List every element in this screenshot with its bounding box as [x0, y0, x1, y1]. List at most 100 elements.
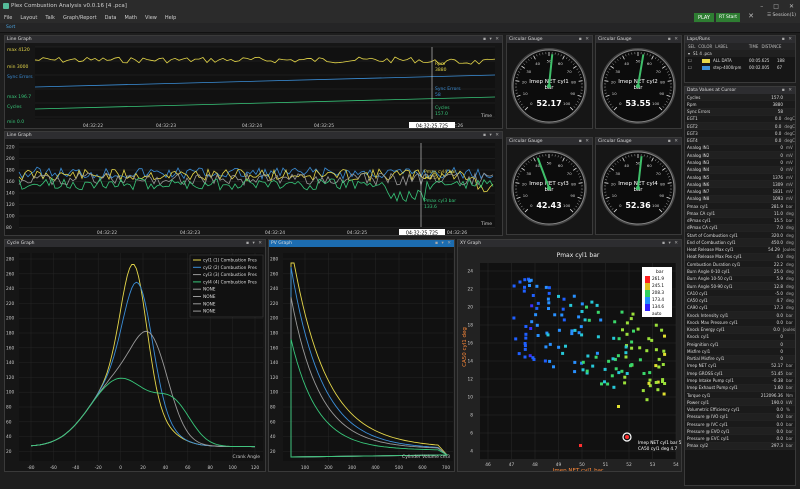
data-value-row[interactable]: Imep GROSS cyl1 51.45 bar — [685, 370, 795, 378]
gauge-tick-label: 30 — [526, 171, 531, 176]
rt-start-button[interactable]: RT Start — [716, 13, 740, 22]
data-value-row[interactable]: EGT2 0.0 degC — [685, 123, 795, 131]
data-value-unit: bar — [786, 443, 793, 449]
lap-row[interactable]: ☐ ALL DATA 00:05.625 188 — [685, 57, 795, 64]
data-value-row[interactable]: EGT4 0.0 degC — [685, 137, 795, 145]
data-value-row[interactable]: Knock cyl1 0 — [685, 333, 795, 342]
data-value-row[interactable]: Pmax cyl2 297.3 bar — [685, 442, 795, 451]
data-value-row[interactable]: End of Combustion cyl1 450.0 deg — [685, 239, 795, 247]
close-window-icon[interactable]: ✕ — [789, 3, 794, 10]
data-value-row[interactable]: Rpm 3880 — [685, 101, 795, 109]
data-value-row[interactable]: Torque cyl1 212096.36 Nm — [685, 391, 795, 400]
data-value-row[interactable]: Analog IN4 0 mV — [685, 166, 795, 174]
menu-graph-report[interactable]: Graph/Report — [59, 15, 101, 21]
menu-talk[interactable]: Talk — [41, 15, 59, 21]
data-value-row[interactable]: Knock Intensity cyl1 0.0 bar — [685, 311, 795, 320]
menu-view[interactable]: View — [141, 15, 161, 21]
data-value-row[interactable]: Imep Intake Pump cyl1 -0.38 bar — [685, 377, 795, 385]
data-value-row[interactable]: Knock Max Pressure cyl1 0.0 bar — [685, 319, 795, 327]
play-button[interactable]: PLAY — [693, 13, 714, 22]
data-value-row[interactable]: Imep NET cyl1 52.17 bar — [685, 362, 795, 371]
scatter-point — [654, 323, 658, 327]
data-value-row[interactable]: Burn Angle 0-10 cyl1 25.0 deg — [685, 268, 795, 276]
panel-controls-icon[interactable]: ▪ ▾ ✕ — [483, 132, 502, 139]
menu-file[interactable]: File — [0, 15, 16, 21]
data-value-row[interactable]: Heat Release Max cyl1 54.29 Joules — [685, 246, 795, 254]
panel-controls-icon[interactable]: ▪ ▾ ✕ — [246, 240, 265, 247]
data-value-row[interactable]: Misfire cyl1 0 — [685, 348, 795, 356]
scatter-point — [625, 372, 629, 375]
data-value-row[interactable]: Cycles 157.0 — [685, 94, 795, 102]
data-value-row[interactable]: Analog IN7 1831 mV — [685, 188, 795, 196]
data-value-row[interactable]: dPmax CA cyl1 7.0 deg — [685, 224, 795, 233]
legend-label: cyl3 (3) Combustion Pres — [203, 272, 258, 278]
plot-area — [35, 47, 495, 119]
data-value-row[interactable]: EGT1 0.0 degC — [685, 115, 795, 124]
data-value-row[interactable]: Pmax cyl1 281.9 bar — [685, 202, 795, 211]
line-graph-2-plot[interactable]: 220 200 180 160 140 120 100 80 Pmax cyl4 bar152.… — [5, 139, 503, 236]
data-value: -5.0 — [775, 290, 783, 296]
data-value-row[interactable]: Partial Misfire cyl1 0 — [685, 355, 795, 363]
data-value-unit: mV — [786, 167, 793, 173]
data-value-row[interactable]: Analog IN2 0 mV — [685, 152, 795, 160]
panel-controls-icon[interactable]: ▪ ▾ ✕ — [435, 240, 454, 247]
gauge-tick-label: 10 — [612, 193, 617, 198]
gauge-tick-label: 30 — [615, 69, 620, 74]
panel-controls-icon[interactable]: ▪ ▾ ✕ — [662, 240, 681, 247]
scatter-point — [630, 346, 634, 350]
data-value-row[interactable]: Imep Exhaust Pump cyl1 1.60 bar — [685, 384, 795, 392]
lap-row[interactable]: ☐ step-4000rpm 00:02.005 67 — [685, 64, 795, 71]
data-value-row[interactable]: Analog IN5 1376 mV — [685, 173, 795, 182]
minimize-icon[interactable]: – — [760, 3, 763, 10]
sessions-menu[interactable]: ☰ Session(1) — [767, 13, 796, 18]
line-graph-1-plot[interactable]: max 4120 min 3000 Sync Errors max 196.7 Cycl… — [5, 43, 503, 129]
data-value-row[interactable]: EGT3 0.0 degC — [685, 130, 795, 138]
panel-controls-icon[interactable]: ▪ ✕ — [782, 36, 795, 43]
data-value-row[interactable]: CA50 cyl1 4.7 deg — [685, 297, 795, 305]
sort-tab[interactable]: Sort — [6, 25, 15, 30]
stop-icon[interactable]: ✕ — [748, 12, 754, 20]
data-value-row[interactable]: Pressure @ EVO cyl1 0.0 bar — [685, 428, 795, 436]
panel-controls-icon[interactable]: ▪ ▾ ✕ — [483, 36, 502, 43]
panel-controls-icon[interactable]: ▪ ✕ — [782, 87, 795, 94]
data-value-row[interactable]: Analog IN1 0 mV — [685, 144, 795, 153]
data-value-row[interactable]: Analog IN8 1093 mV — [685, 195, 795, 203]
panel-controls-icon[interactable]: ▪ ✕ — [579, 138, 592, 145]
data-value-row[interactable]: Combustion Duration cyl1 22.2 deg — [685, 261, 795, 269]
xy-graph-plot[interactable]: Pmax cyl1 bar242220181614121086446 47 48 49… — [458, 247, 682, 472]
panel-controls-icon[interactable]: ▪ ✕ — [668, 138, 681, 145]
data-value-row[interactable]: Pressure @ IVC cyl1 0.0 bar — [685, 420, 795, 429]
gauge-tick-label: 20 — [611, 182, 616, 187]
line-graph-panel-2: Line Graph ▪ ▾ ✕ 220 200 180 160 140 120 100 80 P… — [4, 131, 503, 236]
data-value-row[interactable]: CA90 cyl1 17.3 deg — [685, 304, 795, 312]
data-value-unit: Joules — [782, 327, 795, 333]
data-value-row[interactable]: Power cyl1 190.0 kW — [685, 399, 795, 407]
data-value-row[interactable]: Preignition cyl1 0 — [685, 341, 795, 349]
data-value-row[interactable]: Analog IN6 1309 mV — [685, 181, 795, 189]
data-value-row[interactable]: dPmax cyl1 15.5 bar — [685, 217, 795, 225]
data-value-row[interactable]: Analog IN3 0 mV — [685, 159, 795, 167]
menu-data[interactable]: Data — [101, 15, 121, 21]
menu-help[interactable]: Help — [161, 15, 180, 21]
panel-controls-icon[interactable]: ▪ ✕ — [668, 36, 681, 43]
data-value-row[interactable]: Burn Angle 50-90 cyl1 12.8 deg — [685, 282, 795, 291]
cycle-graph-plot[interactable]: 28026024022020018016014012010080604020-8… — [5, 247, 266, 472]
data-value-row[interactable]: CA10 cyl1 -5.0 deg — [685, 290, 795, 298]
scatter-point — [577, 315, 581, 319]
data-value-row[interactable]: Heat Release Max Pos cyl1 4.0 deg — [685, 253, 795, 262]
data-value-row[interactable]: Pmax CA cyl1 11.0 deg — [685, 210, 795, 218]
scatter-point — [552, 365, 555, 369]
maximize-icon[interactable]: □ — [773, 3, 779, 10]
data-value-row[interactable]: Volumetric Efficiency cyl1 0.0% — [685, 406, 795, 414]
data-value-row[interactable]: Sync Errors 58 — [685, 108, 795, 116]
data-value-row[interactable]: Pressure @ EVC cyl1 0.0 bar — [685, 435, 795, 443]
data-value-row[interactable]: Start of Combustion cyl1 320.0 deg — [685, 232, 795, 240]
menu-math[interactable]: Math — [121, 15, 142, 21]
menu-layout[interactable]: Layout — [16, 15, 41, 21]
panel-controls-icon[interactable]: ▪ ✕ — [579, 36, 592, 43]
data-value-row[interactable]: Burn Angle 10-50 cyl1 5.9 deg — [685, 275, 795, 283]
pv-graph-plot[interactable]: 280 260 240 220 200 180 160 140 120 100 80 60 40 20 10… — [269, 247, 455, 472]
data-value-row[interactable]: Pressure @ IVO cyl1 0.0 bar — [685, 413, 795, 421]
data-value-row[interactable]: Knock Energy cyl1 0.0 Joules — [685, 326, 795, 334]
laps-file-row[interactable]: ▾ S1 4 .pca — [685, 50, 795, 57]
